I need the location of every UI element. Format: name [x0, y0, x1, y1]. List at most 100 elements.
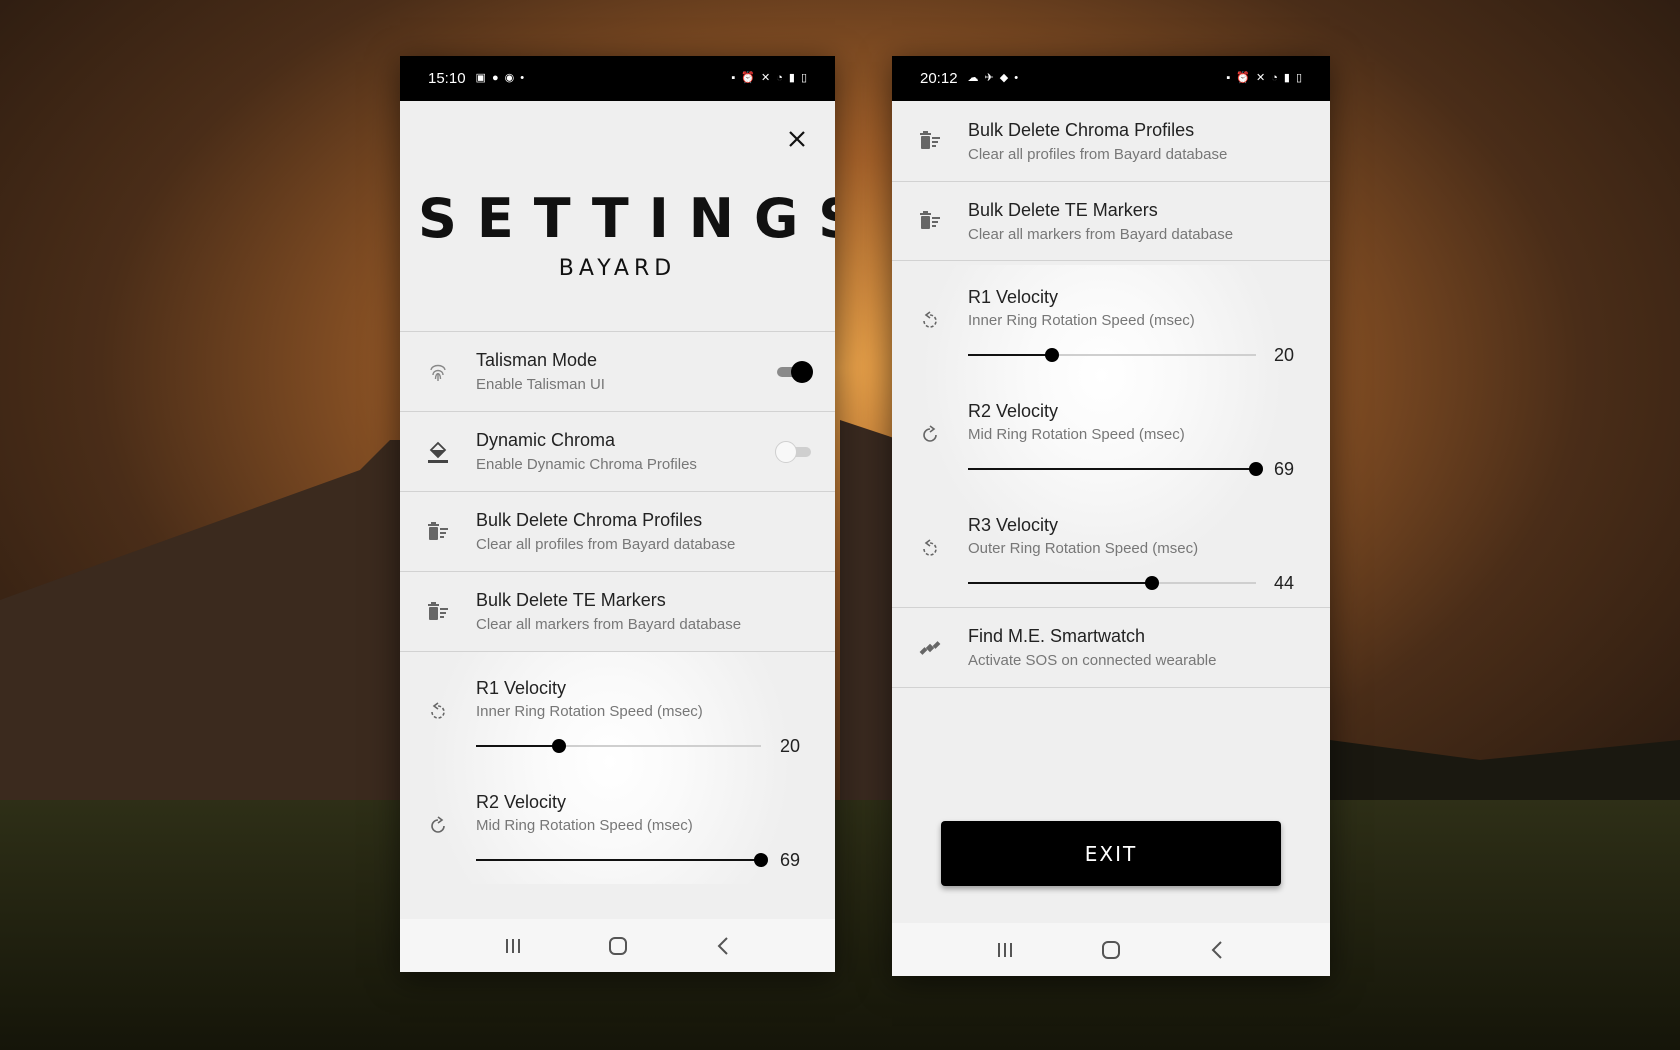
slider-thumb[interactable] [1249, 462, 1263, 476]
alarm-icon: ⏰ [1236, 72, 1250, 84]
slider-value: 20 [780, 736, 801, 756]
slider-thumb[interactable] [551, 739, 566, 753]
dynamic-chroma-row[interactable]: Dynamic Chroma Enable Dynamic Chroma Pro… [400, 411, 835, 491]
home-icon [1102, 940, 1120, 959]
home-button[interactable] [1091, 930, 1131, 970]
r1-velocity-slider[interactable] [476, 739, 761, 753]
home-button[interactable] [598, 926, 638, 966]
row-subtitle: Clear all markers from Bayard database [476, 616, 742, 633]
delete-sweep-icon [920, 211, 940, 229]
r1-velocity-slider[interactable] [968, 348, 1256, 362]
slider-subtitle: Mid Ring Rotation Speed (msec) [476, 817, 693, 834]
slider-fill [968, 468, 1256, 470]
back-icon [717, 936, 728, 955]
row-title: Bulk Delete Chroma Profiles [968, 119, 1195, 140]
more-dot-icon: • [520, 72, 525, 84]
talisman-mode-toggle[interactable] [775, 360, 813, 383]
lock-icon: ▪ [731, 72, 736, 84]
delete-sweep-icon [920, 131, 940, 149]
more-dot-icon: • [1014, 72, 1019, 84]
recent-apps-button[interactable] [493, 926, 533, 966]
r1-velocity-row: R1 Velocity Inner Ring Rotation Speed (m… [892, 265, 1330, 379]
slider-value: 69 [780, 850, 801, 870]
bulk-delete-chroma-profiles-row[interactable]: Bulk Delete Chroma Profiles Clear all pr… [400, 491, 835, 571]
bulk-delete-te-markers-row[interactable]: Bulk Delete TE Markers Clear all markers… [892, 181, 1330, 261]
slider-fill [476, 745, 559, 747]
slider-value: 20 [1274, 345, 1295, 365]
battery-icon: ▯ [800, 72, 807, 84]
back-button[interactable] [1197, 930, 1237, 970]
fingerprint-icon [430, 364, 446, 381]
slider-title: R1 Velocity [476, 678, 567, 698]
r1-velocity-row: R1 Velocity Inner Ring Rotation Speed (m… [400, 656, 835, 770]
slider-thumb[interactable] [1044, 348, 1059, 362]
settings-header: SETTINGS BAYARD [400, 101, 835, 331]
slider-thumb[interactable] [754, 853, 768, 867]
background-scene [0, 0, 1680, 1050]
slider-thumb[interactable] [1145, 576, 1160, 590]
row-title: Bulk Delete TE Markers [476, 590, 666, 610]
slider-title: R3 Velocity [968, 515, 1059, 535]
slider-value: 69 [1274, 459, 1295, 479]
right-phone-screen: 20:12 ☁ ✈ ◆ • ▪ ⏰ ✕ ◔ ▮ ▯ Bulk Delete Ch… [892, 56, 1330, 976]
bulk-delete-te-markers-row[interactable]: Bulk Delete TE Markers Clear all markers… [400, 571, 835, 651]
wifi-icon: ◔ [776, 72, 783, 84]
paint-bucket-icon [428, 441, 448, 463]
rotate-ccw-icon [431, 702, 445, 719]
delete-sweep-icon [428, 601, 448, 620]
close-icon [789, 131, 805, 147]
velocity-sliders: R1 Velocity Inner Ring Rotation Speed (m… [892, 265, 1330, 608]
talisman-mode-row[interactable]: Talisman Mode Enable Talisman UI [400, 331, 835, 411]
signal-icon: ▮ [1283, 72, 1290, 84]
notification-icon: ▣ [475, 72, 486, 84]
home-icon [608, 936, 627, 955]
row-subtitle: Activate SOS on connected wearable [968, 652, 1217, 669]
exit-button[interactable]: EXIT [941, 821, 1281, 886]
slider-title: R2 Velocity [476, 792, 567, 812]
row-title: Bulk Delete Chroma Profiles [476, 510, 703, 530]
settings-content: Bulk Delete Chroma Profiles Clear all pr… [892, 101, 1330, 923]
status-bar: 15:10 ▣ ● ◉ • ▪ ⏰ ✕ ◔ ▮ ▯ [400, 56, 835, 101]
left-phone-screen: 15:10 ▣ ● ◉ • ▪ ⏰ ✕ ◔ ▮ ▯ SETTINGS BAYAR… [400, 56, 835, 972]
slider-fill [968, 354, 1052, 356]
settings-content: SETTINGS BAYARD Talisman Mode Enable Tal… [400, 101, 835, 919]
slider-fill [476, 859, 761, 861]
lock-icon: ▪ [1226, 72, 1231, 84]
alarm-icon: ⏰ [741, 72, 755, 84]
r3-velocity-slider[interactable] [968, 576, 1256, 590]
bulk-delete-chroma-profiles-row[interactable]: Bulk Delete Chroma Profiles Clear all pr… [892, 101, 1330, 181]
satellite-icon [919, 640, 941, 655]
slider-value: 44 [1274, 573, 1295, 593]
rotate-ccw-icon [923, 311, 937, 328]
r2-velocity-slider[interactable] [968, 462, 1263, 476]
velocity-sliders: R1 Velocity Inner Ring Rotation Speed (m… [400, 651, 835, 884]
slider-subtitle: Outer Ring Rotation Speed (msec) [968, 540, 1199, 557]
status-bar: 20:12 ☁ ✈ ◆ • ▪ ⏰ ✕ ◔ ▮ ▯ [892, 56, 1330, 101]
r2-velocity-row: R2 Velocity Mid Ring Rotation Speed (mse… [892, 379, 1330, 493]
status-time: 20:12 [920, 70, 958, 87]
back-button[interactable] [703, 926, 743, 966]
row-title: Find M.E. Smartwatch [968, 626, 1146, 646]
notification-icon: ● [491, 72, 499, 84]
find-smartwatch-row[interactable]: Find M.E. Smartwatch Activate SOS on con… [892, 608, 1330, 688]
recent-apps-button[interactable] [985, 930, 1025, 970]
row-subtitle: Clear all profiles from Bayard database [968, 145, 1228, 163]
close-button[interactable] [781, 123, 813, 155]
mute-icon: ✕ [1256, 72, 1266, 84]
battery-icon: ▯ [1295, 72, 1302, 84]
status-time: 15:10 [428, 70, 466, 87]
snapchat-icon: ◆ [999, 72, 1009, 84]
row-subtitle: Clear all markers from Bayard database [968, 225, 1234, 243]
rotate-cw-icon [431, 816, 445, 833]
whatsapp-icon: ◉ [504, 72, 515, 84]
recent-apps-icon [998, 942, 1012, 957]
recent-apps-icon [505, 938, 520, 953]
exit-wrapper: EXIT [941, 821, 1281, 886]
dynamic-chroma-toggle[interactable] [775, 440, 813, 463]
r2-velocity-slider[interactable] [476, 853, 768, 867]
delete-sweep-icon [428, 521, 448, 540]
slider-subtitle: Mid Ring Rotation Speed (msec) [968, 426, 1185, 443]
signal-icon: ▮ [788, 72, 795, 84]
r3-velocity-row: R3 Velocity Outer Ring Rotation Speed (m… [892, 493, 1330, 607]
back-icon [1211, 940, 1222, 959]
